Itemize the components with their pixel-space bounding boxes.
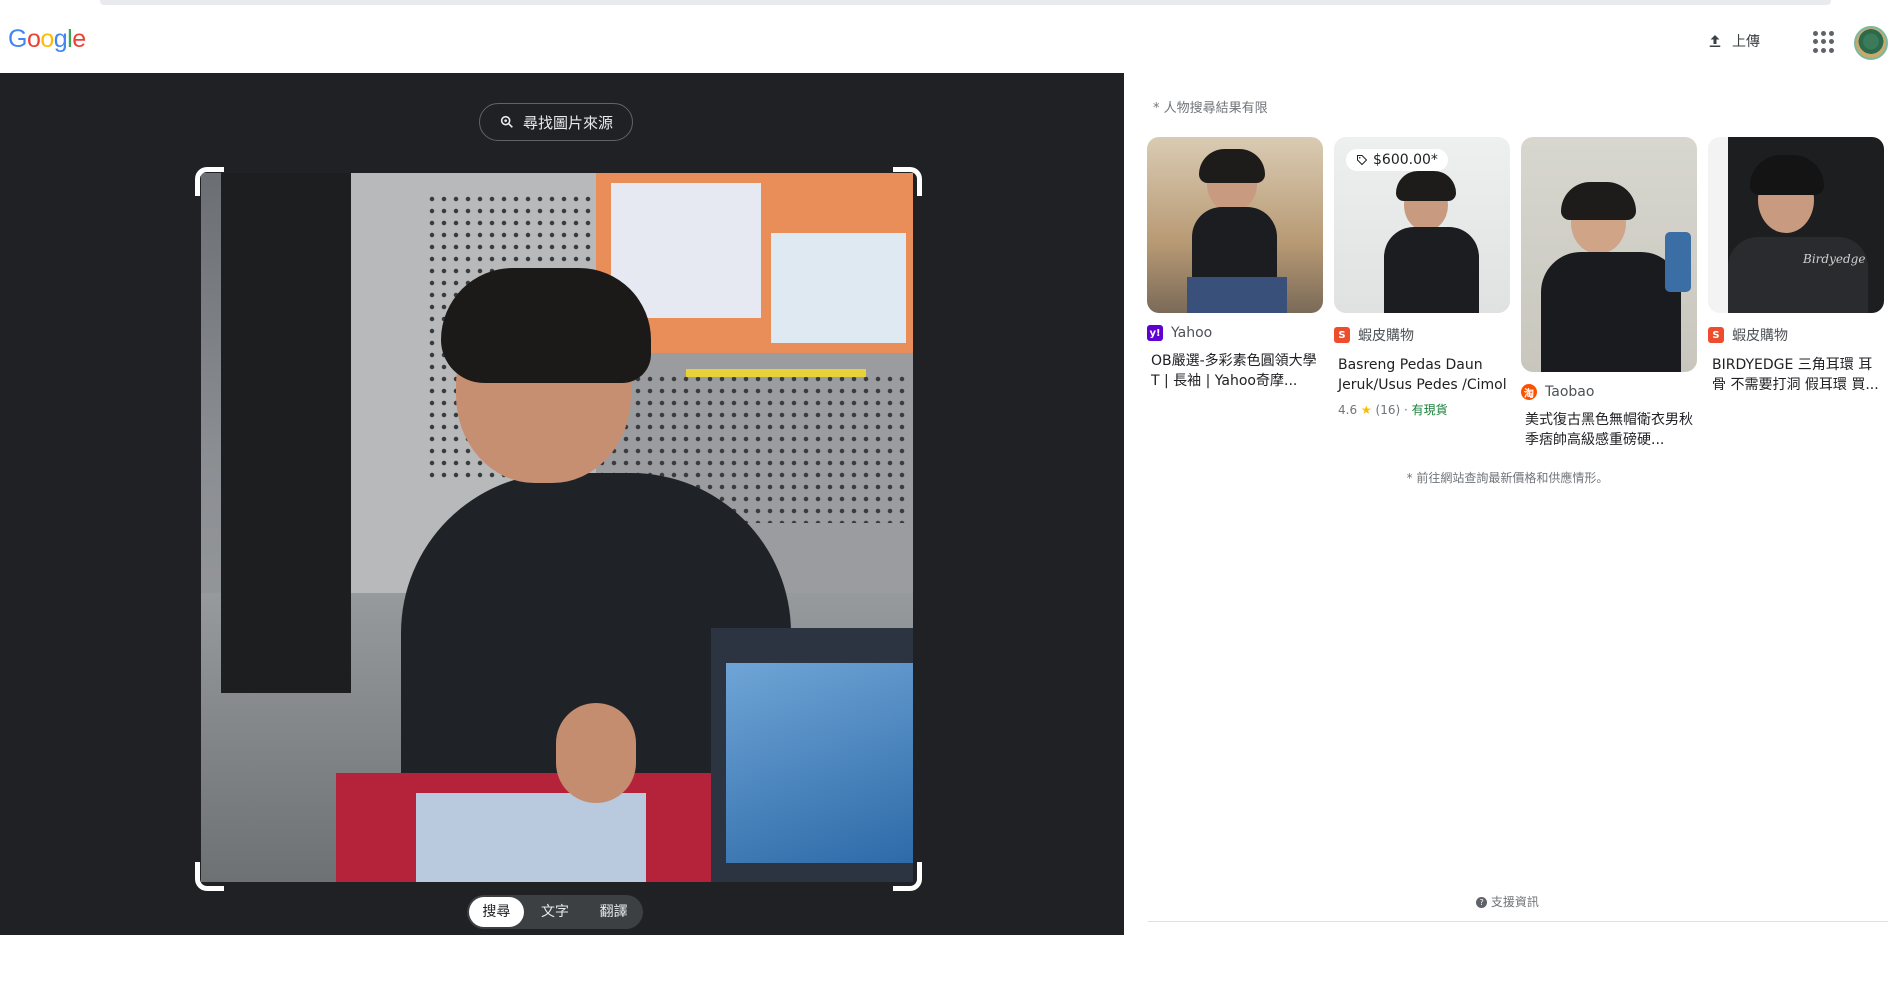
result-thumbnail[interactable]: $600.00* bbox=[1334, 137, 1510, 313]
price-tag-icon bbox=[1357, 155, 1368, 166]
uploaded-photo[interactable] bbox=[201, 173, 913, 882]
shopee-icon: S bbox=[1334, 327, 1350, 343]
stock-status: 有現貨 bbox=[1411, 403, 1448, 417]
result-source-name: 蝦皮購物 bbox=[1732, 328, 1788, 344]
divider bbox=[1148, 921, 1888, 922]
browser-top-strip bbox=[0, 0, 1891, 7]
crop-handle-bottom-right[interactable] bbox=[893, 862, 922, 891]
result-title[interactable]: 美式復古黑色無帽衛衣男秋季痞帥高級感重磅硬... bbox=[1521, 410, 1697, 450]
account-avatar[interactable] bbox=[1854, 26, 1888, 60]
mode-search-tab[interactable]: 搜尋 bbox=[469, 897, 524, 927]
lens-mode-switcher: 搜尋 文字 翻譯 bbox=[467, 895, 643, 929]
upload-icon bbox=[1709, 35, 1721, 47]
mode-translate-tab[interactable]: 翻譯 bbox=[586, 897, 641, 927]
review-count: (16) bbox=[1375, 403, 1401, 417]
price-badge: $600.00* bbox=[1346, 149, 1448, 171]
result-card[interactable]: y! Yahoo OB嚴選-多彩素色圓領大學T | 長袖 | Yahoo奇摩..… bbox=[1147, 137, 1323, 391]
rating-value: 4.6 bbox=[1338, 403, 1358, 417]
mode-text-tab[interactable]: 文字 bbox=[528, 897, 583, 927]
result-thumbnail[interactable] bbox=[1521, 137, 1697, 372]
yahoo-icon: y! bbox=[1147, 325, 1163, 341]
result-source: 淘 Taobao bbox=[1521, 384, 1697, 400]
result-source: S 蝦皮購物 bbox=[1334, 325, 1510, 345]
result-card[interactable]: Birdyedge S 蝦皮購物 BIRDYEDGE 三角耳環 耳骨 不需要打洞… bbox=[1708, 137, 1884, 395]
result-rating: 4.6 ★ (16) · 有現貨 bbox=[1338, 403, 1448, 417]
result-title[interactable]: Basreng Pedas Daun Jeruk/Usus Pedes /Cim… bbox=[1334, 355, 1510, 395]
help-icon: ? bbox=[1476, 897, 1488, 908]
support-info-link[interactable]: ? 支援資訊 bbox=[1124, 893, 1891, 910]
result-source-name: 蝦皮購物 bbox=[1358, 328, 1414, 344]
crop-handle-top-left[interactable] bbox=[195, 167, 224, 196]
result-thumbnail[interactable] bbox=[1147, 137, 1323, 313]
upload-button[interactable]: 上傳 bbox=[1706, 31, 1760, 51]
taobao-icon: 淘 bbox=[1521, 384, 1537, 400]
crop-handle-bottom-left[interactable] bbox=[195, 862, 224, 891]
result-title[interactable]: OB嚴選-多彩素色圓領大學T | 長袖 | Yahoo奇摩... bbox=[1147, 351, 1323, 391]
lens-image-panel: 尋找圖片來源 搜尋 文字 翻譯 bbox=[0, 73, 1124, 935]
result-thumbnail[interactable]: Birdyedge bbox=[1708, 137, 1884, 313]
lens-search-icon bbox=[500, 115, 513, 128]
apps-grid-icon[interactable] bbox=[1813, 31, 1835, 53]
shopee-icon: S bbox=[1708, 327, 1724, 343]
result-card[interactable]: $600.00* S 蝦皮購物 Basreng Pedas Daun Jeruk… bbox=[1334, 137, 1510, 418]
price-value: $600.00* bbox=[1373, 152, 1438, 168]
header: Google 上傳 bbox=[0, 7, 1891, 73]
upload-label: 上傳 bbox=[1732, 34, 1760, 50]
people-search-notice: * 人物搜尋結果有限 bbox=[1153, 101, 1268, 116]
support-label: 支援資訊 bbox=[1490, 895, 1539, 909]
result-source-name: Yahoo bbox=[1171, 325, 1213, 341]
price-footnote: * 前往網站查詢最新價格和供應情形。 bbox=[1406, 471, 1609, 485]
crop-handle-top-right[interactable] bbox=[893, 167, 922, 196]
star-icon: ★ bbox=[1360, 403, 1372, 417]
result-source-name: Taobao bbox=[1545, 384, 1595, 400]
result-source: y! Yahoo bbox=[1147, 325, 1323, 341]
result-title[interactable]: BIRDYEDGE 三角耳環 耳骨 不需要打洞 假耳環 買... bbox=[1708, 355, 1884, 395]
result-card[interactable]: 淘 Taobao 美式復古黑色無帽衛衣男秋季痞帥高級感重磅硬... bbox=[1521, 137, 1697, 450]
google-logo[interactable]: Google bbox=[8, 25, 86, 54]
visual-matches-panel: * 人物搜尋結果有限 y! Yahoo OB嚴選-多彩素色圓領大學T | 長袖 … bbox=[1124, 73, 1891, 935]
result-source: S 蝦皮購物 bbox=[1708, 325, 1884, 345]
find-image-source-button[interactable]: 尋找圖片來源 bbox=[479, 103, 633, 141]
find-image-source-label: 尋找圖片來源 bbox=[522, 113, 613, 132]
